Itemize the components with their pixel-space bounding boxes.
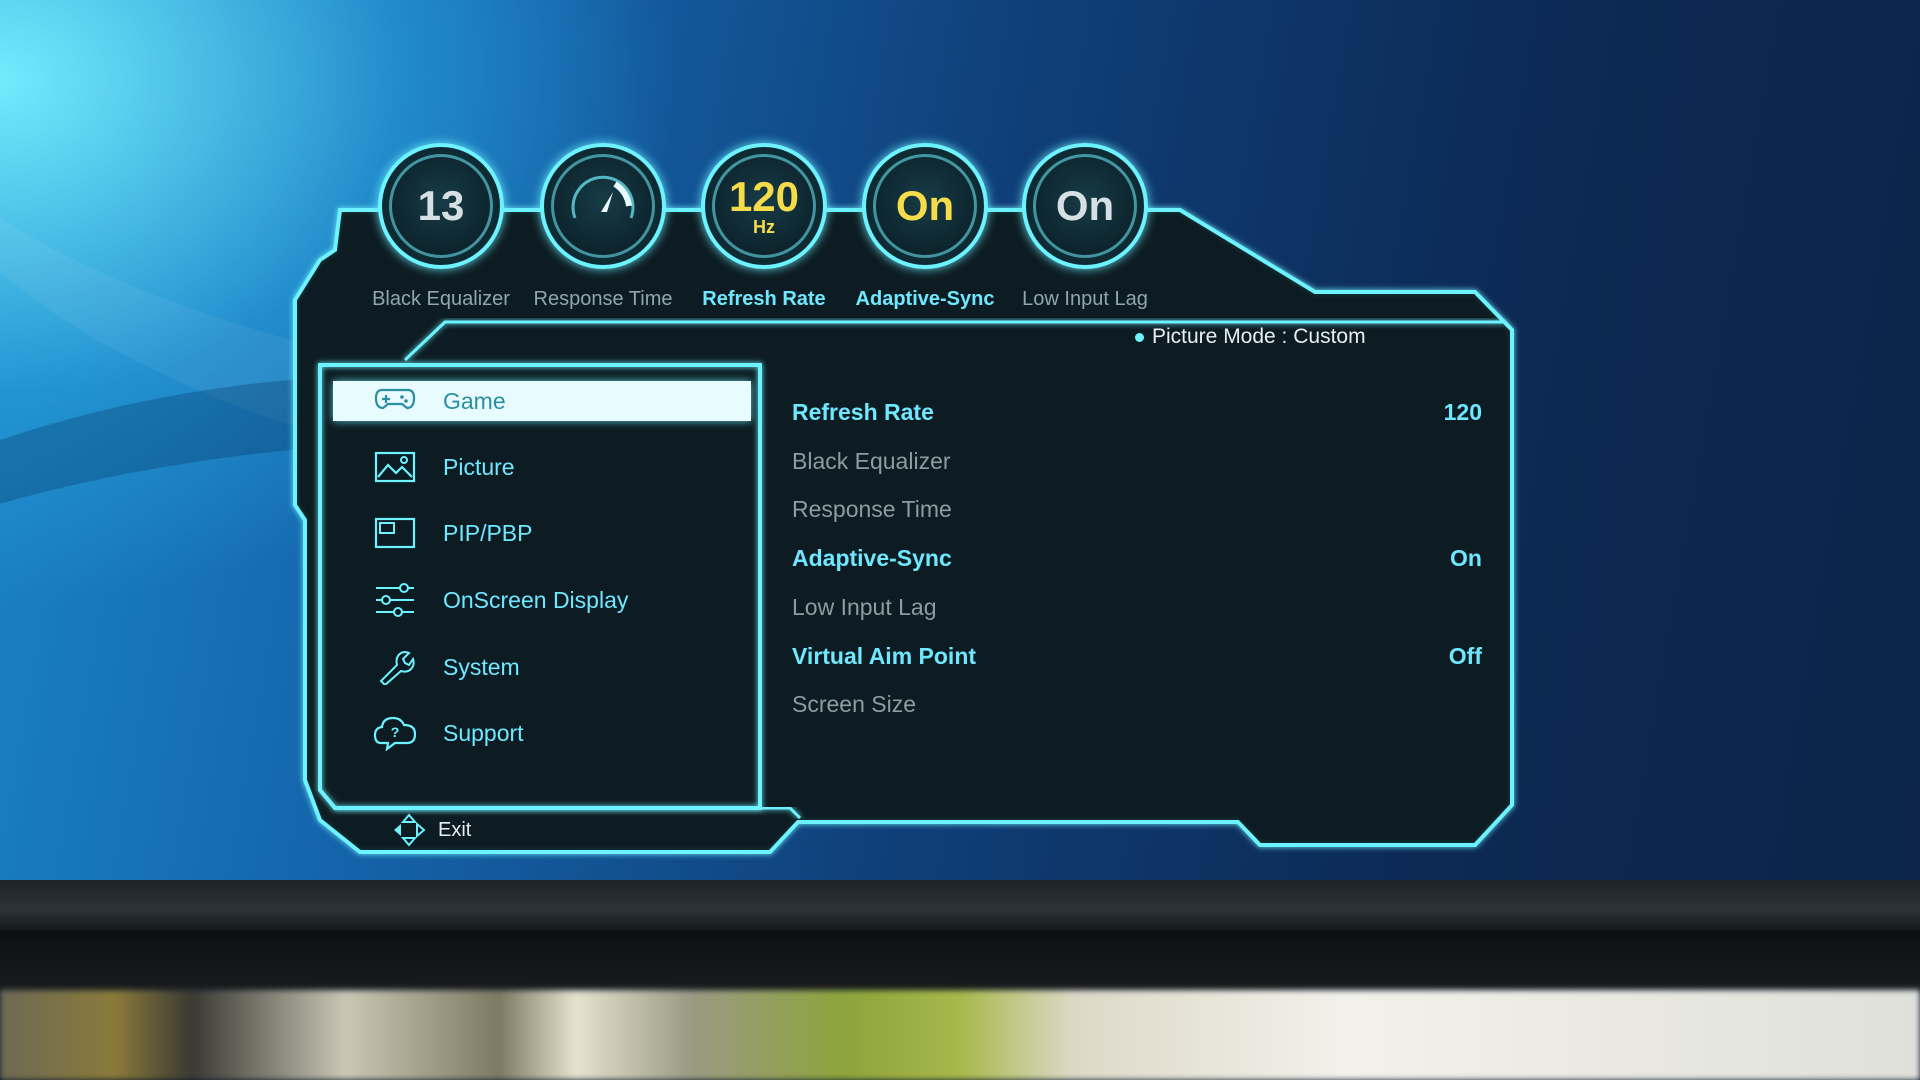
setting-screen-size: Screen Size <box>792 686 1482 722</box>
setting-refresh-rate[interactable]: Refresh Rate 120 <box>792 394 1482 430</box>
joystick-icon <box>394 813 426 847</box>
setting-label: Low Input Lag <box>792 593 937 620</box>
setting-value: On <box>1450 544 1482 571</box>
svg-text:?: ? <box>391 724 400 740</box>
status-badge: On <box>862 143 988 269</box>
setting-response-time: Response Time <box>792 491 1482 527</box>
picture-icon <box>373 450 417 484</box>
status-badge <box>540 143 666 269</box>
setting-virtual-aim-point[interactable]: Virtual Aim Point Off <box>792 638 1482 674</box>
badge-label: Black Equalizer <box>372 288 510 310</box>
badge-value: 13 <box>417 182 465 229</box>
badge-unit: Hz <box>753 217 775 237</box>
badge-label: Adaptive-Sync <box>855 288 995 310</box>
exit-label: Exit <box>438 818 472 841</box>
status-badge: 13 <box>378 143 504 269</box>
menu-item-label: Picture <box>443 453 515 480</box>
badge-label: Response Time <box>533 288 673 310</box>
menu-item-label: System <box>443 653 520 680</box>
menu-item-system[interactable]: System <box>333 647 751 687</box>
badge-label: Low Input Lag <box>1022 288 1148 310</box>
menu-item-picture[interactable]: Picture <box>333 447 751 487</box>
picture-mode-indicator: Picture Mode : Custom <box>1135 325 1366 349</box>
indicator-dot <box>1135 332 1144 342</box>
badge-value: On <box>1055 182 1115 229</box>
setting-label: Black Equalizer <box>792 447 951 474</box>
menu-item-label: Game <box>443 387 506 414</box>
status-badge: 120 Hz <box>701 143 827 269</box>
menu-item-support[interactable]: ? Support <box>333 713 751 753</box>
badge-value: 120 <box>728 173 800 220</box>
menu-item-label: Support <box>443 719 524 746</box>
menu-item-onscreen-display[interactable]: OnScreen Display <box>333 580 751 620</box>
picture-mode-value: Custom <box>1293 325 1366 348</box>
gauge-icon <box>571 175 635 219</box>
setting-low-input-lag: Low Input Lag <box>792 589 1482 625</box>
badge-value: On <box>895 182 955 229</box>
osd-menu: 13 Black Equalizer Response Time 120 Hz Refre… <box>0 0 1920 1080</box>
setting-label: Virtual Aim Point <box>792 642 977 669</box>
picture-mode-label: Picture Mode : <box>1152 325 1288 348</box>
setting-label: Adaptive-Sync <box>792 544 952 571</box>
support-icon: ? <box>373 716 417 751</box>
menu-item-label: PIP/PBP <box>443 519 533 546</box>
setting-label: Screen Size <box>792 690 917 717</box>
wrench-icon <box>373 650 417 685</box>
setting-label: Refresh Rate <box>792 398 934 425</box>
menu-item-label: OnScreen Display <box>443 586 629 613</box>
gamepad-icon <box>373 384 417 418</box>
setting-value: Off <box>1448 642 1482 669</box>
menu-item-pip-pbp[interactable]: PIP/PBP <box>333 513 751 553</box>
sliders-icon <box>373 583 417 617</box>
setting-adaptive-sync[interactable]: Adaptive-Sync On <box>792 540 1482 576</box>
setting-value: 120 <box>1443 398 1482 425</box>
setting-label: Response Time <box>792 495 952 522</box>
menu-item-game[interactable]: Game <box>333 381 751 421</box>
setting-black-equalizer: Black Equalizer <box>792 443 1482 479</box>
badge-label: Refresh Rate <box>702 288 826 310</box>
status-badge: On <box>1022 143 1148 269</box>
exit-button[interactable]: Exit <box>392 813 471 847</box>
pip-icon <box>373 516 417 550</box>
